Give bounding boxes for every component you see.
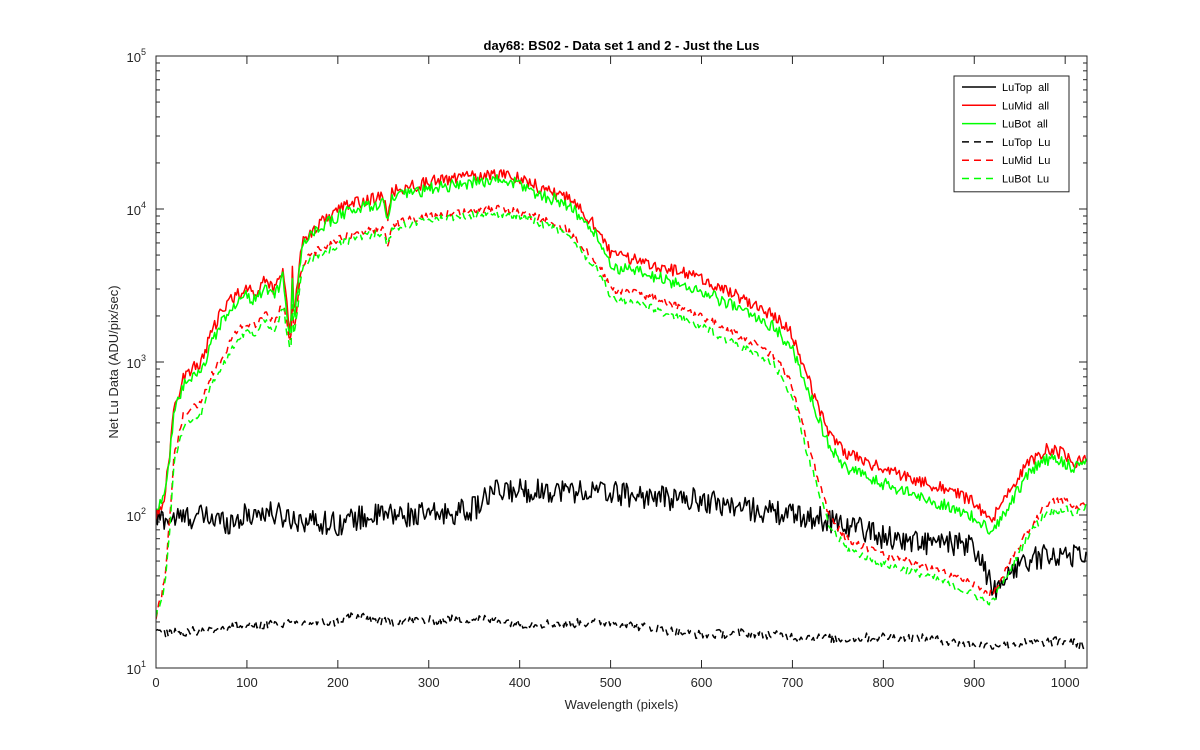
legend-label: LuMid Lu (1002, 155, 1050, 167)
x-tick-label: 800 (872, 675, 894, 690)
x-tick-label: 100 (236, 675, 258, 690)
x-tick-label: 500 (600, 675, 622, 690)
plot-area (156, 56, 1087, 668)
x-axis-label: Wavelength (pixels) (565, 697, 679, 712)
x-tick-label: 300 (418, 675, 440, 690)
legend[interactable]: LuTop all LuMid all LuBot all LuTop Lu LuMid… (953, 75, 1070, 193)
x-tick-label: 900 (963, 675, 985, 690)
legend-label: LuBot all (1002, 119, 1048, 131)
legend-label: LuMid all (1002, 100, 1049, 112)
chart-title: day68: BS02 - Data set 1 and 2 - Just th… (484, 38, 760, 53)
x-tick-label: 400 (509, 675, 531, 690)
chart: 0 100 200 300 400 500 600 700 800 900 100010110210… (0, 0, 1200, 750)
x-tick-label: 1000 (1051, 675, 1080, 690)
x-tick-label: 0 (152, 675, 159, 690)
legend-label: LuTop all (1002, 82, 1049, 94)
y-axis-label: Net Lu Data (ADU/pix/sec) (106, 285, 121, 438)
x-tick-label: 200 (327, 675, 349, 690)
legend-label: LuTop Lu (1002, 137, 1050, 149)
x-tick-label: 600 (691, 675, 713, 690)
legend-label: LuBot Lu (1002, 174, 1049, 186)
x-tick-label: 700 (782, 675, 804, 690)
